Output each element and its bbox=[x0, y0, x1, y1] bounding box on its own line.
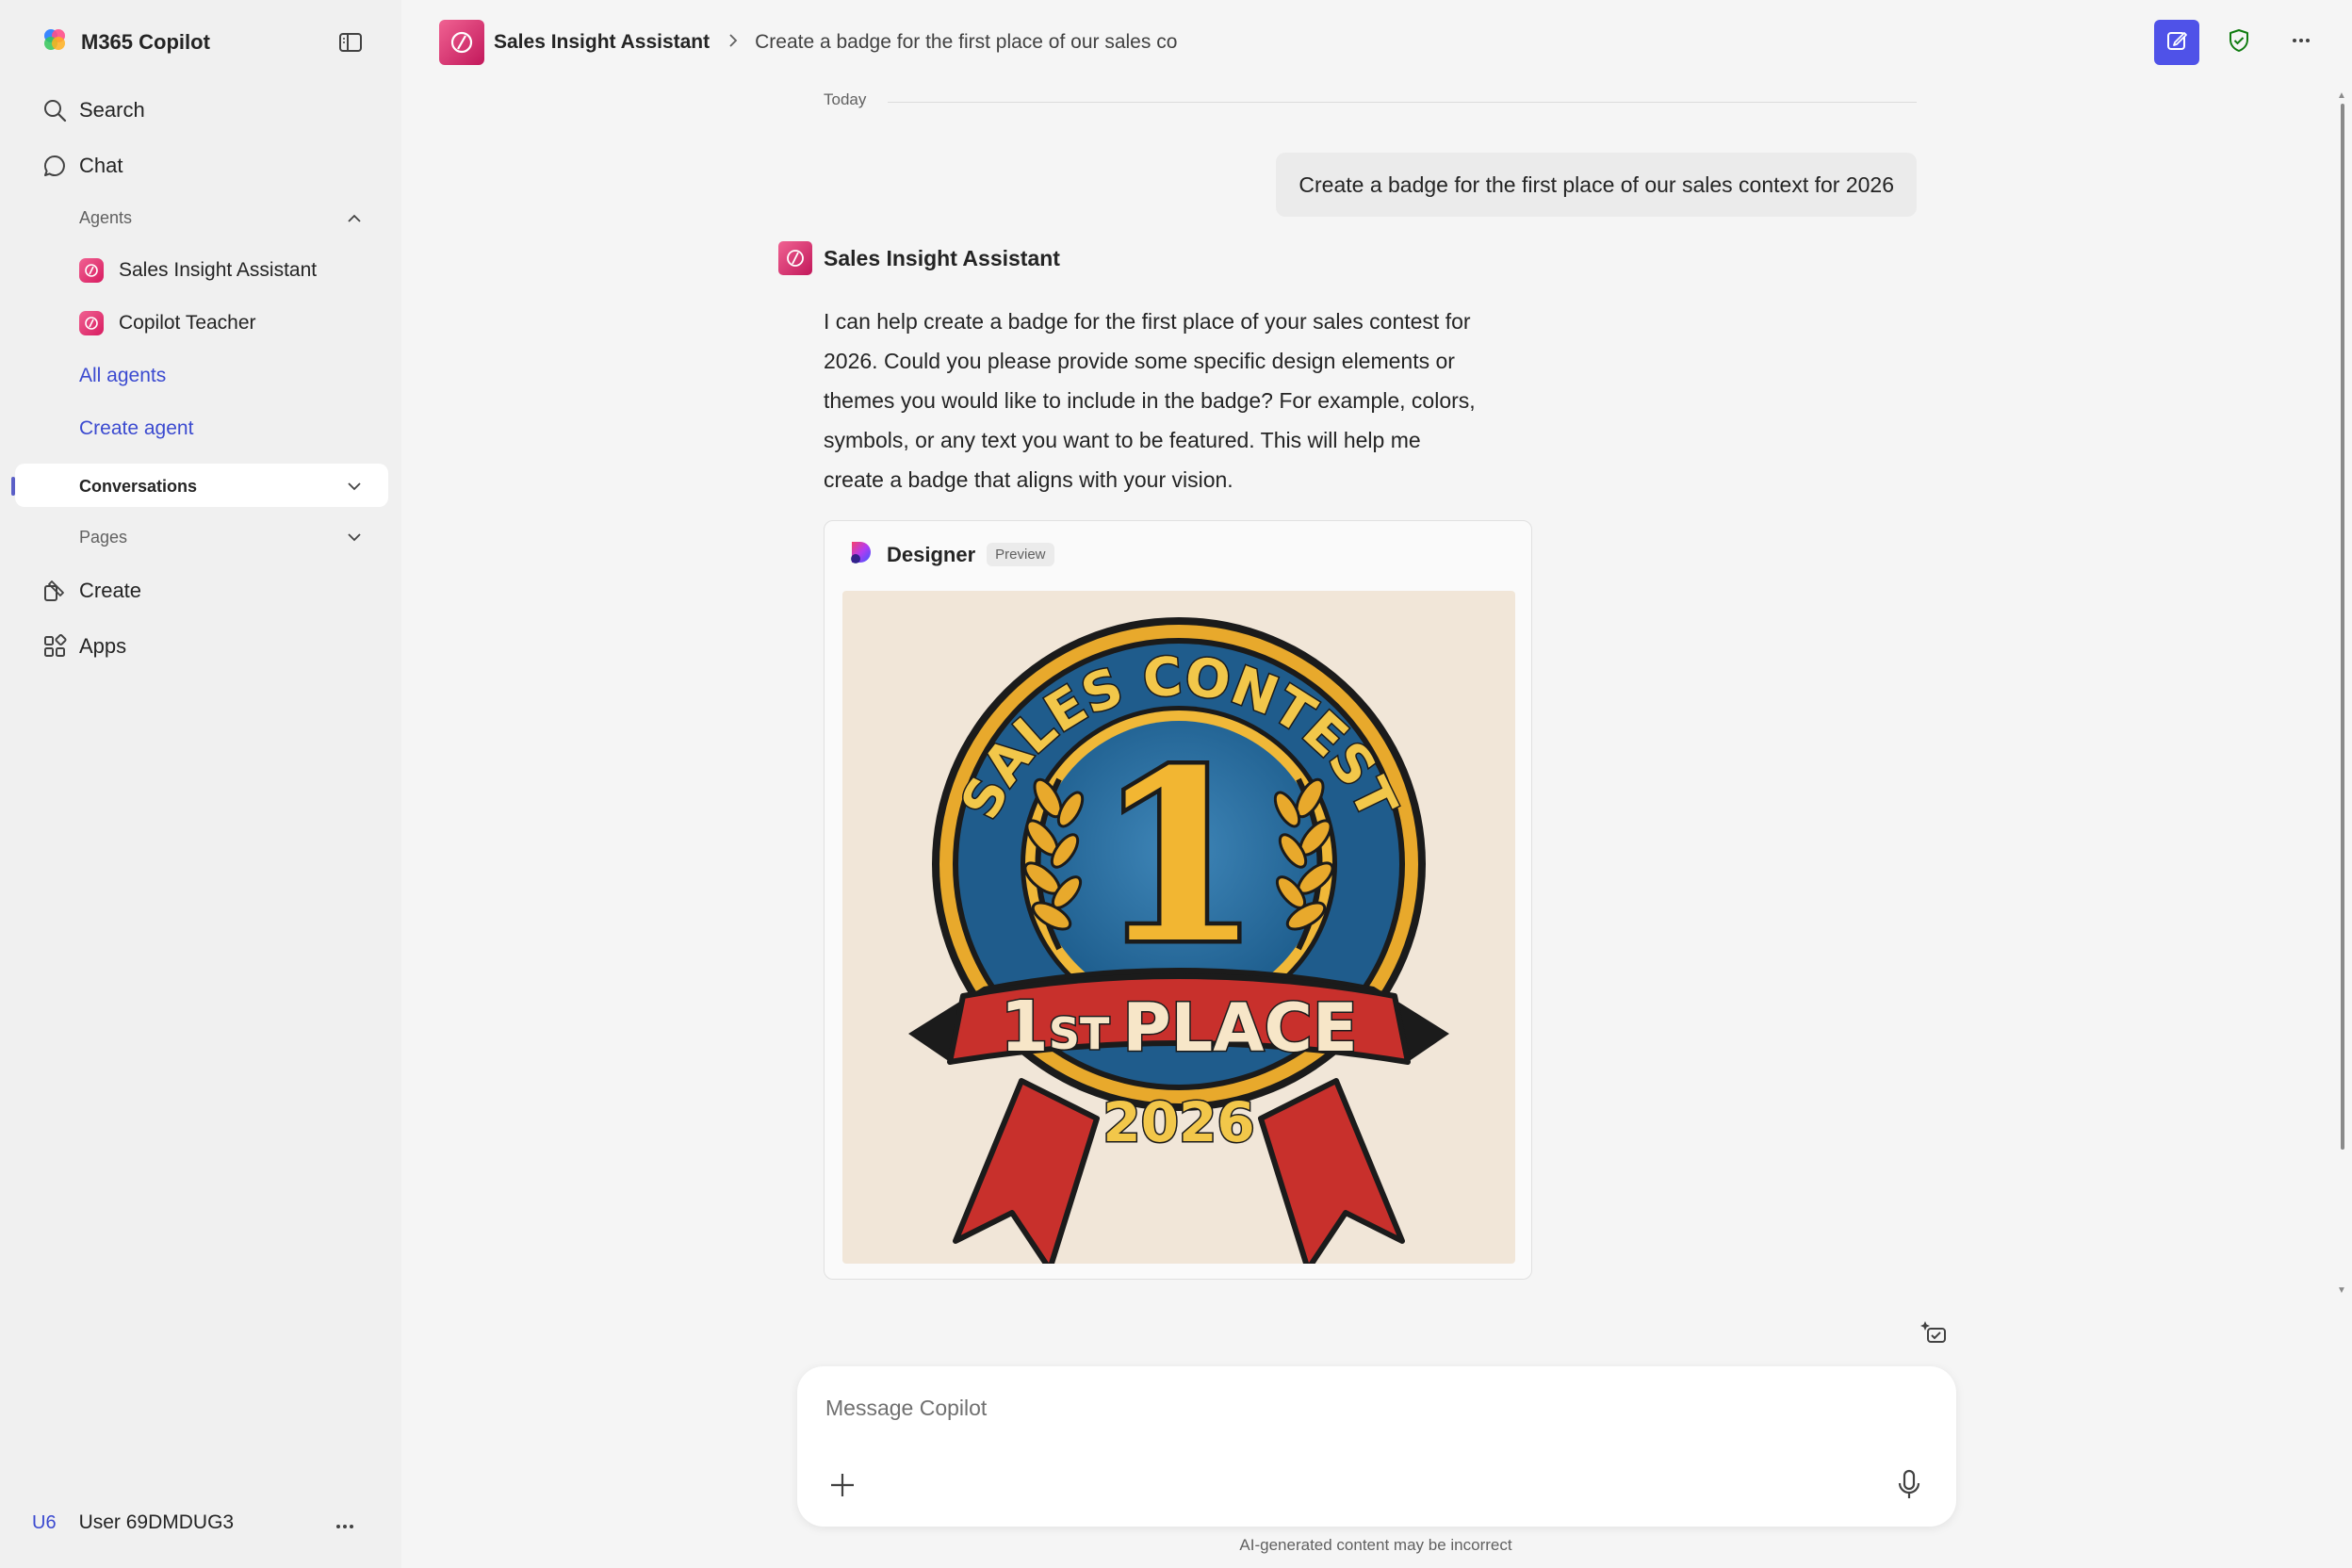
app-name: M365 Copilot bbox=[81, 29, 210, 54]
pages-header[interactable]: Pages bbox=[79, 528, 127, 547]
bot-name: Sales Insight Assistant bbox=[824, 245, 1060, 270]
ribbon-tail-left bbox=[953, 1078, 1100, 1264]
designer-card[interactable]: Designer Preview SALES CONTEST 1 1ST PLA… bbox=[824, 520, 1532, 1280]
agent-icon bbox=[79, 311, 104, 335]
badge-number: 1 bbox=[1097, 718, 1261, 995]
sidebar-toggle-icon[interactable] bbox=[337, 29, 364, 56]
sidebar-item-label: Create bbox=[79, 579, 142, 602]
plus-icon bbox=[828, 1471, 857, 1504]
designer-title: Designer bbox=[887, 542, 976, 566]
sidebar-item-chat[interactable]: Chat bbox=[41, 153, 122, 179]
sidebar-item-sales-insight-assistant[interactable]: Sales Insight Assistant bbox=[79, 258, 317, 283]
sidebar-item-label: Sales Insight Assistant bbox=[119, 259, 318, 281]
message-composer bbox=[797, 1366, 1956, 1527]
chat-icon bbox=[41, 153, 68, 179]
sidebar-item-label: Apps bbox=[79, 634, 127, 658]
more-options-button[interactable] bbox=[2278, 20, 2324, 65]
sidebar-item-create[interactable]: Create bbox=[41, 578, 141, 604]
add-attachment-button[interactable] bbox=[825, 1470, 859, 1504]
compose-icon bbox=[2164, 28, 2189, 57]
chevron-down-icon[interactable] bbox=[345, 477, 364, 496]
designer-header: Designer Preview bbox=[847, 538, 1054, 571]
agent-logo-icon bbox=[778, 241, 812, 275]
user-message: Create a badge for the first place of ou… bbox=[1276, 153, 1917, 217]
conversations-header[interactable]: Conversations bbox=[79, 477, 197, 497]
conversations-section[interactable] bbox=[15, 464, 388, 507]
user-profile[interactable]: U6 User 69DMDUG3 bbox=[32, 1511, 234, 1534]
generated-badge-image[interactable]: SALES CONTEST 1 1ST PLACE 2026 bbox=[842, 591, 1515, 1264]
divider-line bbox=[888, 102, 1917, 103]
avatar: U6 bbox=[32, 1511, 57, 1533]
scroll-up-arrow[interactable]: ▲ bbox=[2337, 90, 2346, 101]
prompt-suggestions-icon[interactable] bbox=[1919, 1317, 1951, 1349]
agent-icon bbox=[79, 258, 104, 283]
date-divider: Today bbox=[824, 90, 867, 108]
new-chat-button[interactable] bbox=[2154, 20, 2199, 65]
copilot-logo-icon bbox=[41, 26, 68, 57]
search-icon bbox=[41, 97, 68, 123]
create-agent-link[interactable]: Create agent bbox=[79, 417, 193, 440]
microphone-icon bbox=[1897, 1469, 1921, 1506]
designer-logo-icon bbox=[847, 538, 875, 571]
all-agents-link[interactable]: All agents bbox=[79, 365, 166, 387]
sidebar-item-label: Copilot Teacher bbox=[119, 312, 256, 334]
bot-message: I can help create a badge for the first … bbox=[824, 309, 1476, 492]
conversation-title[interactable]: Create a badge for the first place of ou… bbox=[755, 31, 1177, 54]
sidebar-item-label: Search bbox=[79, 98, 145, 122]
bot-header: Sales Insight Assistant bbox=[778, 241, 1060, 275]
protection-button[interactable] bbox=[2216, 20, 2262, 65]
scroll-down-arrow[interactable]: ▼ bbox=[2337, 1285, 2346, 1296]
shield-check-icon bbox=[2226, 27, 2252, 58]
voice-input-button[interactable] bbox=[1892, 1468, 1926, 1506]
sidebar: M365 Copilot Search Chat Agents Sales In… bbox=[0, 0, 401, 1568]
scrollbar-thumb[interactable] bbox=[2341, 104, 2344, 1150]
ai-disclaimer: AI-generated content may be incorrect bbox=[1239, 1536, 1512, 1554]
preview-badge: Preview bbox=[987, 543, 1054, 566]
agents-section-header[interactable]: Agents bbox=[79, 208, 132, 228]
apps-icon bbox=[41, 633, 68, 660]
sidebar-item-search[interactable]: Search bbox=[41, 97, 145, 123]
sidebar-item-copilot-teacher[interactable]: Copilot Teacher bbox=[79, 311, 256, 335]
badge-year: 2026 bbox=[1102, 1090, 1254, 1154]
chevron-up-icon[interactable] bbox=[345, 209, 364, 228]
message-input[interactable] bbox=[825, 1389, 1862, 1427]
breadcrumb-agent[interactable]: Sales Insight Assistant bbox=[494, 31, 710, 54]
create-icon bbox=[41, 578, 68, 604]
brand[interactable]: M365 Copilot bbox=[41, 26, 210, 57]
sidebar-item-apps[interactable]: Apps bbox=[41, 633, 126, 660]
sidebar-item-label: Chat bbox=[79, 154, 123, 177]
user-name: User 69DMDUG3 bbox=[78, 1511, 235, 1533]
ribbon-tail-right bbox=[1258, 1078, 1405, 1264]
more-horizontal-icon bbox=[2288, 27, 2314, 58]
selection-indicator bbox=[11, 477, 15, 496]
breadcrumb: Sales Insight Assistant Create a badge f… bbox=[439, 20, 1177, 65]
chevron-right-icon bbox=[727, 30, 740, 55]
agent-logo-icon[interactable] bbox=[439, 20, 484, 65]
chevron-down-icon[interactable] bbox=[345, 528, 364, 547]
